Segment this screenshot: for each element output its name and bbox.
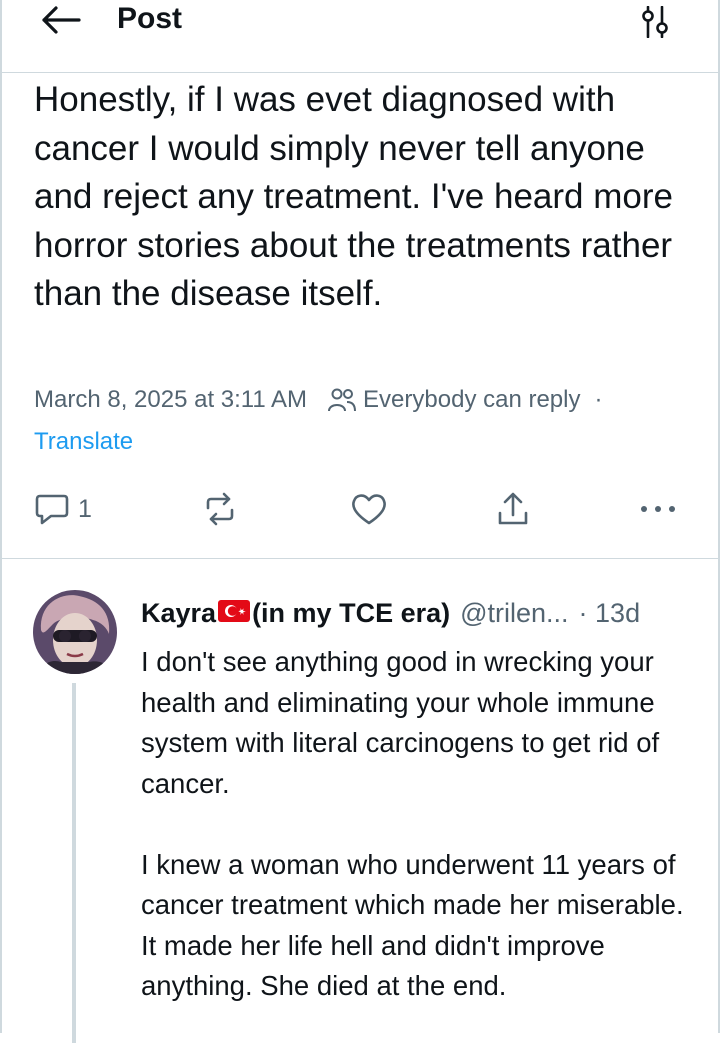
reply-header: Kayra (in my TCE era) @trilen... · 13d	[141, 594, 640, 632]
thread-line	[72, 683, 76, 1043]
arrow-left-icon	[42, 6, 81, 34]
reply-setting: Everybody can reply	[363, 386, 581, 413]
post-text: Honestly, if I was evet diagnosed with c…	[34, 80, 673, 313]
repost-icon	[206, 492, 234, 526]
reply-button[interactable]: 1	[34, 484, 92, 534]
reply-time[interactable]: · 13d	[579, 598, 641, 629]
more-button[interactable]	[638, 484, 678, 534]
share-icon	[498, 492, 528, 525]
reply-author-name-suffix[interactable]: (in my TCE era)	[252, 598, 450, 629]
post-timestamp[interactable]: March 8, 2025 at 3:11 AM	[34, 386, 307, 414]
sliders-icon	[642, 6, 668, 38]
meta-separator: ·	[594, 386, 603, 413]
divider	[0, 558, 720, 559]
reply-handle[interactable]: @trilen...	[460, 598, 568, 629]
reply-icon	[35, 494, 69, 525]
back-button[interactable]	[38, 0, 84, 40]
reply-text: I don't see anything good in wrecking yo…	[141, 642, 701, 1007]
more-icon	[641, 506, 675, 512]
reply-paragraph: I don't see anything good in wrecking yo…	[141, 646, 660, 799]
heart-icon	[352, 494, 386, 525]
settings-button[interactable]	[635, 3, 675, 41]
reply-count: 1	[78, 494, 92, 523]
post-actions: 1	[0, 484, 720, 534]
avatar[interactable]	[33, 590, 117, 674]
post-meta: March 8, 2025 at 3:11 AM Everybody can r…	[34, 383, 603, 417]
page-title: Post	[117, 2, 183, 35]
repost-button[interactable]	[202, 484, 238, 534]
translate-link[interactable]: Translate	[34, 428, 133, 456]
share-button[interactable]	[496, 484, 530, 534]
header-bar: Post	[0, 0, 720, 73]
reply-paragraph: I knew a woman who underwent 11 years of…	[141, 848, 684, 1002]
like-button[interactable]	[350, 484, 388, 534]
turkey-flag-icon	[218, 598, 251, 629]
people-icon	[327, 387, 357, 413]
reply-author-name[interactable]: Kayra	[141, 598, 216, 629]
